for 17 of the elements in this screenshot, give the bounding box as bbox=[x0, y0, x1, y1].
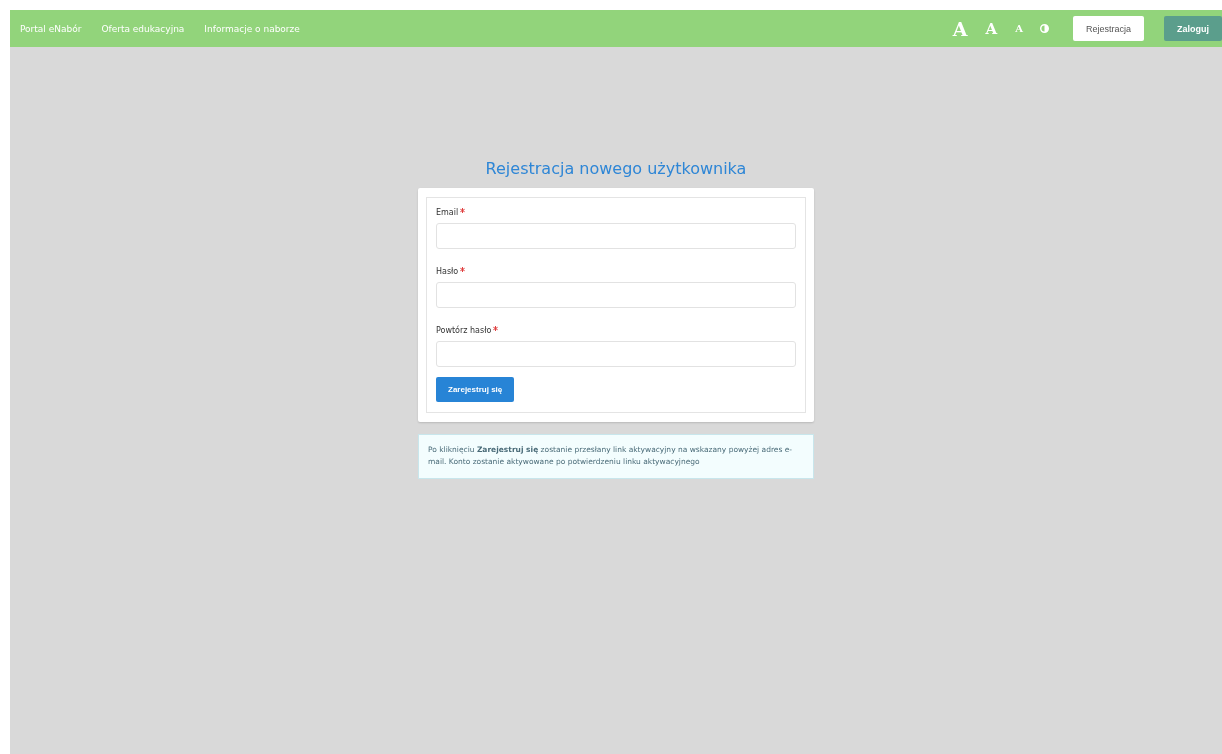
input-field[interactable] bbox=[436, 341, 796, 367]
font-size-button[interactable]: A bbox=[943, 10, 977, 47]
nav-link[interactable]: Informacje o naborze bbox=[194, 10, 310, 47]
field-label: Hasło bbox=[436, 267, 796, 276]
field-label: Powtórz hasło bbox=[436, 326, 796, 335]
input-field[interactable] bbox=[436, 282, 796, 308]
page-title: Rejestracja nowego użytkownika bbox=[485, 159, 747, 178]
font-size-button[interactable]: A bbox=[976, 10, 1007, 47]
login-button[interactable]: Zaloguj bbox=[1164, 16, 1222, 41]
nav-link[interactable]: Portal eNabór bbox=[10, 10, 92, 47]
font-size-button[interactable]: A bbox=[1006, 10, 1032, 47]
contrast-icon[interactable] bbox=[1039, 24, 1049, 33]
submit-button[interactable]: Zarejestruj się bbox=[436, 377, 515, 402]
nav-link[interactable]: Oferta edukacyjna bbox=[91, 10, 195, 47]
field-label: Email bbox=[436, 208, 796, 217]
register-button[interactable]: Rejestracja bbox=[1072, 16, 1144, 41]
input-field[interactable] bbox=[436, 223, 796, 249]
